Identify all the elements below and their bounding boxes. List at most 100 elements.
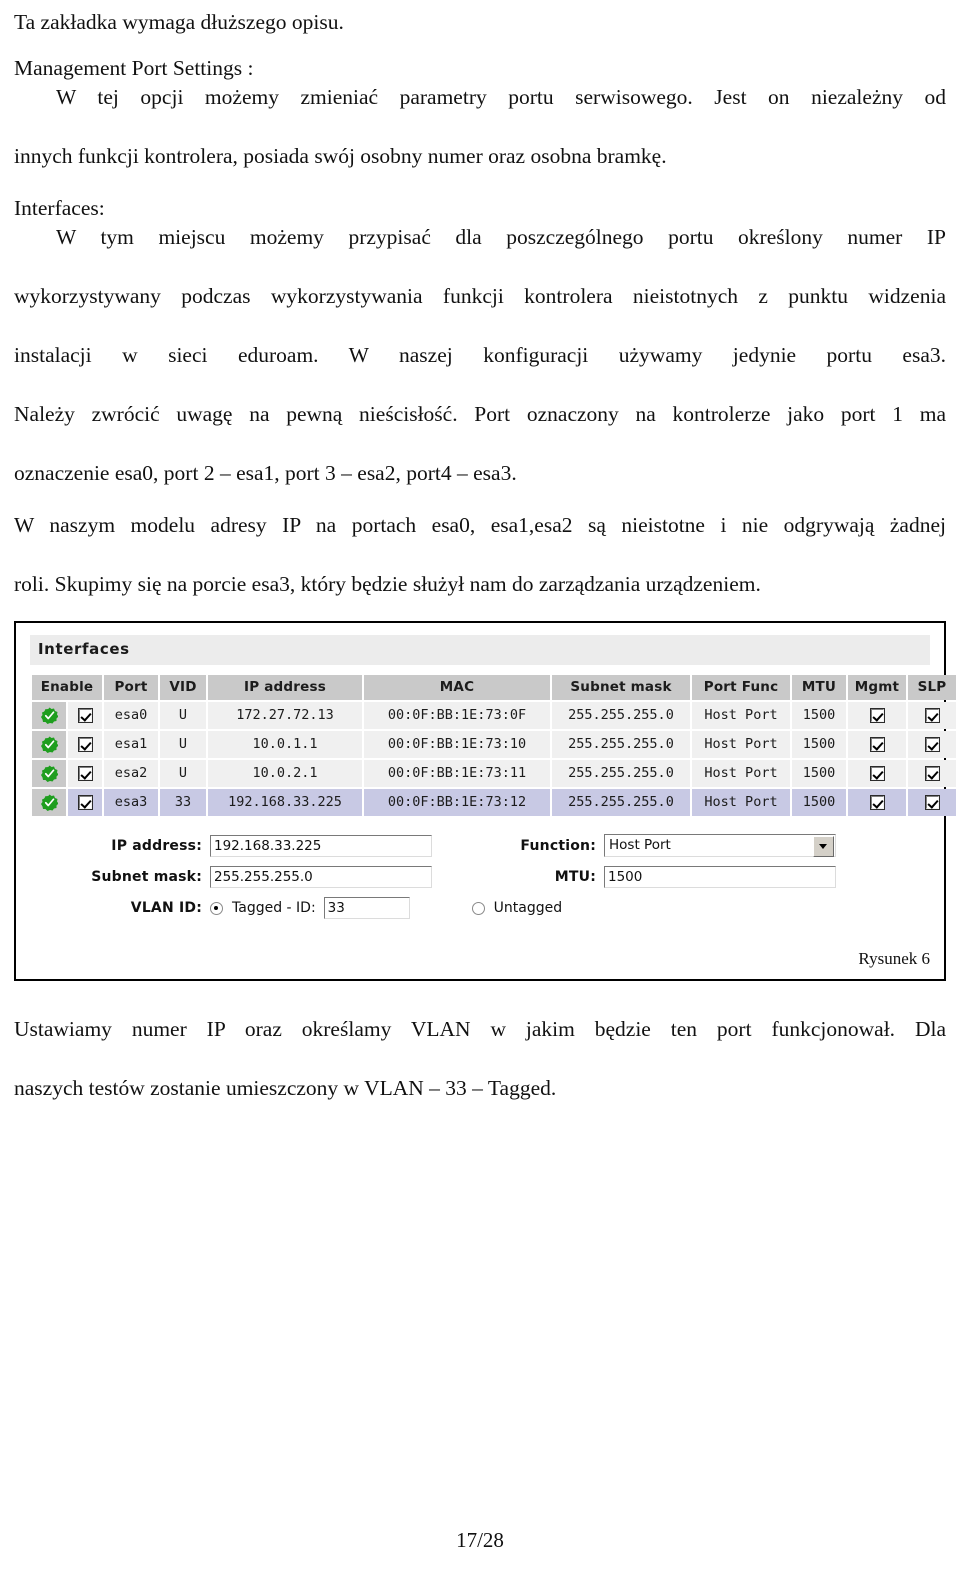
chevron-down-icon[interactable] — [813, 836, 834, 857]
slp-checkbox[interactable] — [924, 794, 940, 810]
paragraph-line: innych funkcji kontrolera, posiada swój … — [14, 144, 667, 168]
cell-vid: 33 — [160, 789, 206, 816]
paragraph-line: W tej opcji możemy zmieniać parametry po… — [56, 85, 946, 109]
paragraph-line: W naszym modelu adresy IP na portach esa… — [14, 512, 946, 537]
table-row[interactable]: esa2 U 10.0.2.1 00:0F:BB:1E:73:11 255.255.25… — [32, 760, 956, 787]
cell-slp-checkbox[interactable] — [908, 731, 956, 758]
cell-enable-checkbox[interactable] — [68, 760, 102, 787]
mgmt-checkbox[interactable] — [869, 736, 885, 752]
cell-mgmt-checkbox[interactable] — [848, 789, 906, 816]
cell-ip-address: 10.0.1.1 — [208, 731, 362, 758]
figure-caption: Rysunek 6 — [858, 949, 930, 968]
cell-mtu: 1500 — [792, 731, 846, 758]
cell-mtu: 1500 — [792, 702, 846, 729]
cell-slp-checkbox[interactable] — [908, 702, 956, 729]
cell-mac: 00:0F:BB:1E:73:0F — [364, 702, 550, 729]
label-function: Function: — [520, 837, 596, 854]
cell-vid: U — [160, 731, 206, 758]
slp-checkbox[interactable] — [924, 707, 940, 723]
cell-subnet-mask: 255.255.255.0 — [552, 760, 690, 787]
slp-checkbox[interactable] — [924, 765, 940, 781]
paragraph-model-note: W naszym modelu adresy IP na portach esa… — [14, 511, 946, 600]
cell-mtu: 1500 — [792, 760, 846, 787]
radio-untagged[interactable] — [471, 901, 485, 915]
form-row-subnet-and-mtu: Subnet mask: 255.255.255.0 MTU: 1500 — [30, 866, 930, 888]
enable-checkbox[interactable] — [77, 765, 93, 781]
enable-checkbox[interactable] — [77, 794, 93, 810]
column-header-mtu: MTU — [792, 675, 846, 700]
column-header-mac: MAC — [364, 675, 550, 700]
cell-status — [32, 731, 66, 758]
cell-enable-checkbox[interactable] — [68, 702, 102, 729]
cell-ip-address: 172.27.72.13 — [208, 702, 362, 729]
cell-slp-checkbox[interactable] — [908, 789, 956, 816]
document-page: Ta zakładka wymaga dłuższego opisu. Mana… — [0, 0, 960, 1569]
status-ok-icon — [40, 765, 58, 782]
slp-checkbox[interactable] — [924, 736, 940, 752]
cell-port-func: Host Port — [692, 789, 790, 816]
cell-mgmt-checkbox[interactable] — [848, 702, 906, 729]
status-ok-icon — [40, 794, 58, 811]
interfaces-table: Enable Port VID IP address MAC Subnet ma… — [30, 673, 958, 818]
cell-mtu: 1500 — [792, 789, 846, 816]
column-header-vid: VID — [160, 675, 206, 700]
paragraph-line: Należy zwrócić uwagę na pewną nieścisłoś… — [14, 402, 946, 426]
paragraph-line: wykorzystywany podczas wykorzystywania f… — [14, 284, 946, 308]
interface-edit-form: IP address: 192.168.33.225 Function: Hos… — [30, 834, 930, 919]
vlan-id-input[interactable]: 33 — [323, 897, 410, 919]
cell-port-func: Host Port — [692, 731, 790, 758]
table-row[interactable]: esa1 U 10.0.1.1 00:0F:BB:1E:73:10 255.255.25… — [32, 731, 956, 758]
panel-title-interfaces: Interfaces — [30, 635, 930, 665]
column-header-slp: SLP — [908, 675, 956, 700]
cell-port: esa2 — [104, 760, 158, 787]
paragraph-interfaces: W tym miejscu możemy przypisać dla poszc… — [14, 223, 946, 489]
cell-mac: 00:0F:BB:1E:73:12 — [364, 789, 550, 816]
cell-vid: U — [160, 702, 206, 729]
cell-port-func: Host Port — [692, 760, 790, 787]
cell-status — [32, 702, 66, 729]
heading-management-port-settings: Management Port Settings : — [14, 55, 254, 80]
enable-checkbox[interactable] — [77, 707, 93, 723]
label-vlan-id: VLAN ID: — [130, 900, 202, 916]
function-select-value: Host Port — [609, 837, 671, 853]
cell-status — [32, 760, 66, 787]
status-ok-icon — [40, 707, 58, 724]
paragraph-line: roli. Skupimy się na porcie esa3, który … — [14, 571, 761, 596]
mgmt-checkbox[interactable] — [869, 765, 885, 781]
subnet-mask-input[interactable]: 255.255.255.0 — [210, 866, 432, 888]
function-select[interactable]: Host Port — [604, 834, 836, 857]
table-row[interactable]: esa0 U 172.27.72.13 00:0F:BB:1E:73:0F 255.25… — [32, 702, 956, 729]
cell-slp-checkbox[interactable] — [908, 760, 956, 787]
mtu-input[interactable]: 1500 — [604, 866, 836, 888]
cell-enable-checkbox[interactable] — [68, 731, 102, 758]
cell-ip-address: 10.0.2.1 — [208, 760, 362, 787]
intro-line: Ta zakładka wymaga dłuższego opisu. — [14, 10, 344, 34]
label-subnet-mask: Subnet mask: — [91, 869, 202, 885]
column-header-ip-address: IP address — [208, 675, 362, 700]
interfaces-table-body: esa0 U 172.27.72.13 00:0F:BB:1E:73:0F 255.25… — [32, 702, 956, 816]
enable-checkbox[interactable] — [77, 736, 93, 752]
cell-ip-address: 192.168.33.225 — [208, 789, 362, 816]
cell-mgmt-checkbox[interactable] — [848, 731, 906, 758]
cell-mgmt-checkbox[interactable] — [848, 760, 906, 787]
cell-port: esa0 — [104, 702, 158, 729]
cell-subnet-mask: 255.255.255.0 — [552, 731, 690, 758]
label-mtu: MTU: — [554, 869, 596, 885]
page-number-footer: 17/28 — [456, 1528, 504, 1552]
paragraph-line: Ustawiamy numer IP oraz określamy VLAN w… — [14, 1017, 946, 1041]
heading-interfaces: Interfaces: — [14, 195, 105, 220]
radio-tagged[interactable] — [210, 901, 223, 915]
cell-enable-checkbox[interactable] — [68, 789, 102, 816]
mgmt-checkbox[interactable] — [869, 707, 885, 723]
label-untagged: Untagged — [493, 900, 563, 916]
ip-address-input[interactable]: 192.168.33.225 — [210, 834, 432, 857]
column-header-enable: Enable — [32, 675, 102, 700]
table-row[interactable]: esa3 33 192.168.33.225 00:0F:BB:1E:73:12 255… — [32, 789, 956, 816]
paragraph-line: instalacji w sieci eduroam. W naszej kon… — [14, 343, 946, 367]
paragraph-management-port-settings: W tej opcji możemy zmieniać parametry po… — [14, 83, 946, 172]
status-ok-icon — [40, 736, 58, 753]
mgmt-checkbox[interactable] — [869, 794, 885, 810]
